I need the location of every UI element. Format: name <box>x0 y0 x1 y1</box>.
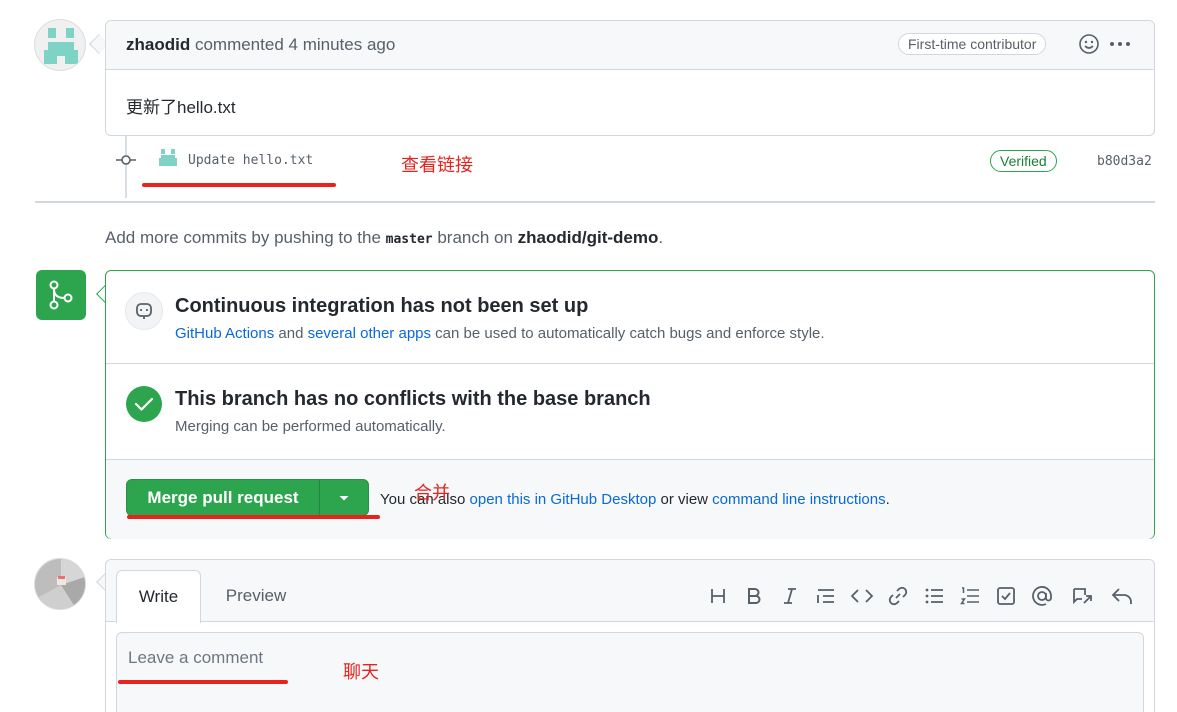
tab-write[interactable]: Write <box>116 570 201 623</box>
annotation-merge: 合并 <box>414 483 450 503</box>
ci-title: Continuous integration has not been set … <box>175 295 589 317</box>
italic-icon[interactable] <box>778 584 802 608</box>
branch-name: master <box>385 232 433 247</box>
identicon-icon <box>44 28 78 64</box>
section-divider <box>106 363 1154 364</box>
emoji-reaction-icon[interactable] <box>1078 33 1100 55</box>
merge-status-icon <box>36 270 86 320</box>
avatar[interactable] <box>34 19 86 71</box>
comment-header: zhaodid commented 4 minutes ago First-ti… <box>106 21 1154 70</box>
comment-editor: Write Preview Leave a comment <box>105 559 1155 712</box>
comment-body: 更新了hello.txt <box>126 98 236 117</box>
timeline-divider <box>35 201 1155 203</box>
annotation-underline-comment <box>118 680 288 684</box>
commit-message-link[interactable]: Update hello.txt <box>188 153 313 168</box>
commit-icon <box>116 152 136 168</box>
caret-down-icon[interactable] <box>320 480 368 515</box>
reference-icon[interactable] <box>1070 584 1094 608</box>
command-line-link[interactable]: command line instructions <box>712 491 885 508</box>
first-time-contributor-badge: First-time contributor <box>898 33 1047 55</box>
mention-icon[interactable] <box>1030 584 1054 608</box>
merge-button-label[interactable]: Merge pull request <box>127 480 319 515</box>
push-hint-suffix: . <box>658 228 664 247</box>
ci-rest: can be used to automatically catch bugs … <box>431 325 825 342</box>
commit-sha-link[interactable]: b80d3a2 <box>1097 154 1152 169</box>
heading-icon[interactable] <box>706 584 730 608</box>
github-actions-link[interactable]: GitHub Actions <box>175 325 274 342</box>
check-circle-icon <box>125 385 163 423</box>
ordered-list-icon[interactable] <box>958 584 982 608</box>
annotation-underline-commit <box>142 183 336 187</box>
annotation-underline-merge <box>127 515 380 519</box>
comment-author[interactable]: zhaodid <box>126 35 190 54</box>
merge-alternatives: You can also open this in GitHub Desktop… <box>380 491 890 508</box>
annotation-chat: 聊天 <box>343 662 379 682</box>
no-conflicts-subtitle: Merging can be performed automatically. <box>175 418 446 435</box>
other-apps-link[interactable]: several other apps <box>308 325 431 342</box>
no-conflicts-title: This branch has no conflicts with the ba… <box>175 388 651 410</box>
push-hint: Add more commits by pushing to the maste… <box>105 228 663 248</box>
github-desktop-link[interactable]: open this in GitHub Desktop <box>470 491 657 508</box>
code-icon[interactable] <box>850 584 874 608</box>
push-hint-middle: branch on <box>432 228 518 247</box>
verified-badge[interactable]: Verified <box>990 150 1057 172</box>
bold-icon[interactable] <box>742 584 766 608</box>
comment-placeholder: Leave a comment <box>128 648 264 667</box>
repo-name: zhaodid/git-demo <box>517 228 659 247</box>
ci-and: and <box>274 325 308 342</box>
ci-description: GitHub Actions and several other apps ca… <box>175 325 825 342</box>
ci-icon <box>125 292 163 330</box>
quote-icon[interactable] <box>814 584 838 608</box>
link-icon[interactable] <box>886 584 910 608</box>
commit-author-avatar[interactable] <box>158 148 178 168</box>
comment-textarea[interactable]: Leave a comment <box>116 632 1144 712</box>
tab-preview[interactable]: Preview <box>216 570 296 622</box>
reply-icon[interactable] <box>1110 584 1134 608</box>
comment-action: commented <box>194 35 284 54</box>
merge-pull-request-button[interactable]: Merge pull request <box>126 479 369 516</box>
alt-middle: or view <box>656 491 713 508</box>
kebab-menu-icon[interactable] <box>1107 33 1133 55</box>
alt-suffix: . <box>885 491 890 508</box>
unordered-list-icon[interactable] <box>922 584 946 608</box>
comment-time[interactable]: 4 minutes ago <box>289 35 396 54</box>
current-user-avatar[interactable] <box>34 558 86 610</box>
task-list-icon[interactable] <box>994 584 1018 608</box>
editor-header: Write Preview <box>106 560 1154 623</box>
comment: zhaodid commented 4 minutes ago First-ti… <box>105 20 1155 136</box>
annotation-view-link: 查看链接 <box>401 155 473 175</box>
push-hint-prefix: Add more commits by pushing to the <box>105 228 386 247</box>
